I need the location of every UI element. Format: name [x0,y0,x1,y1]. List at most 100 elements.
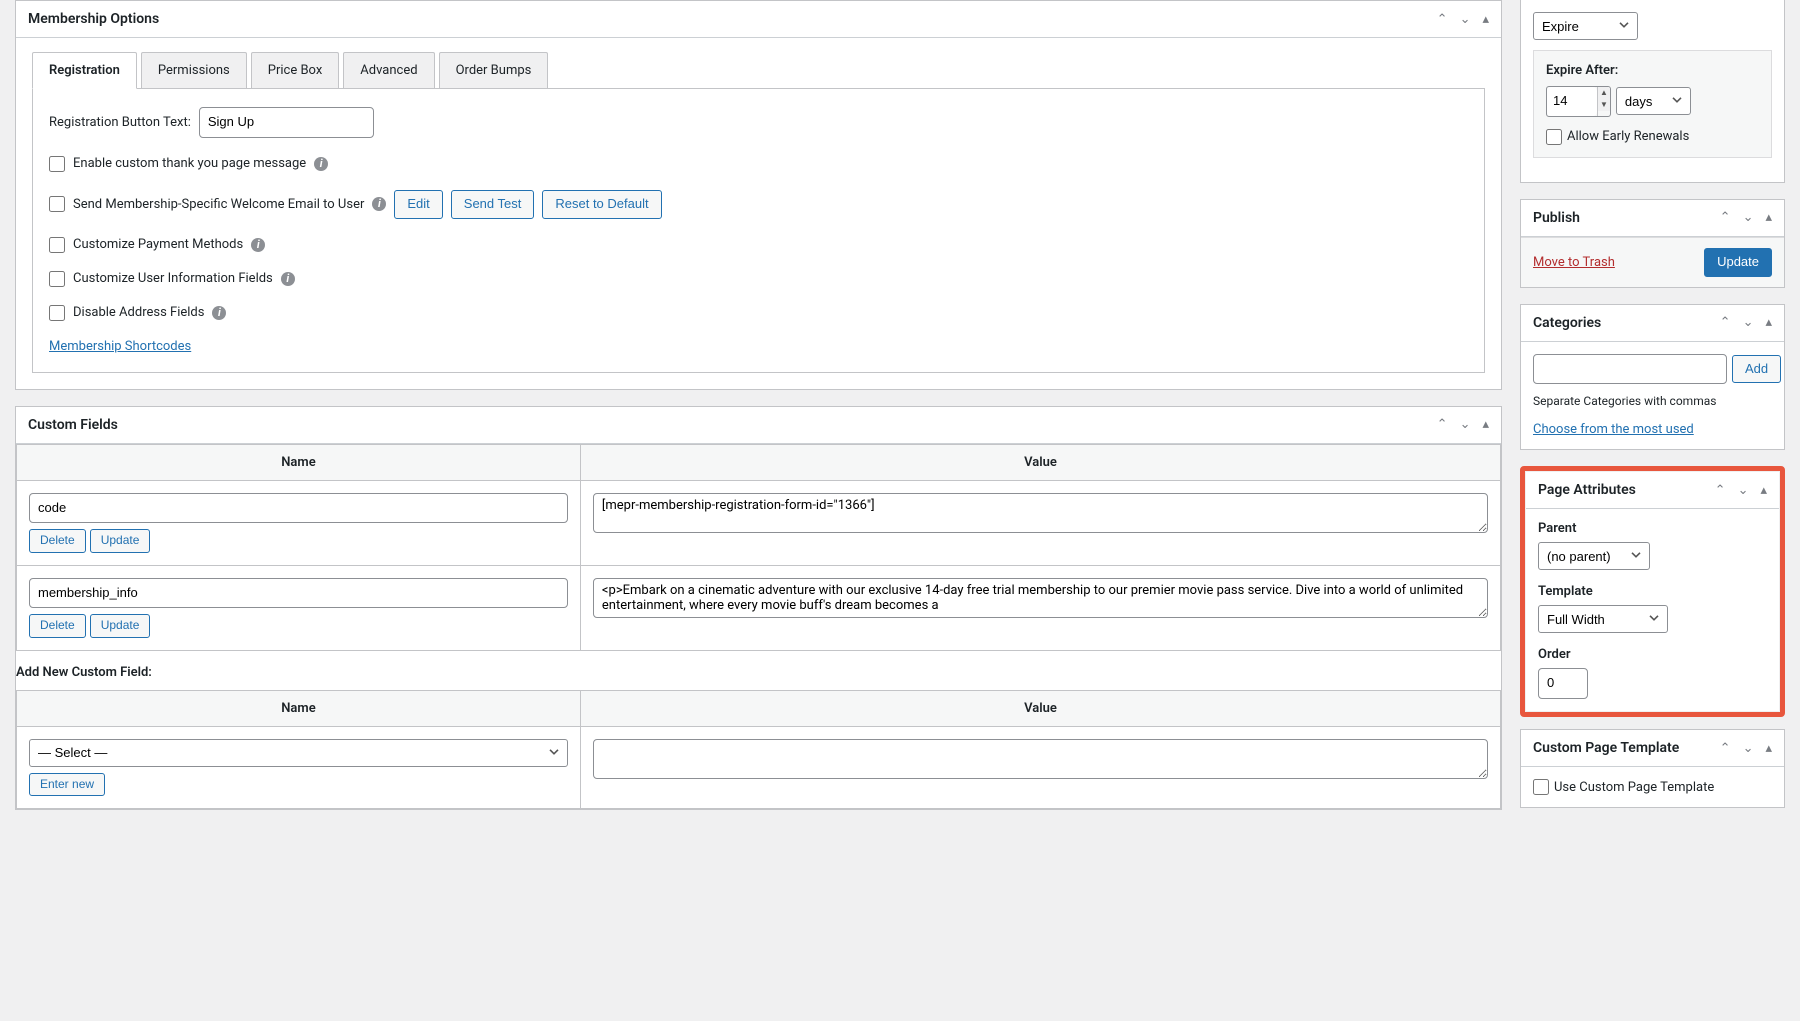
table-row: Delete Update [mepr-membership-registrat… [17,480,1501,565]
column-name: Name [17,444,581,480]
send-test-button[interactable]: Send Test [451,190,535,219]
parent-label: Parent [1538,521,1767,536]
panel-header: Publish ⌃ ⌄ ▴ [1521,200,1784,237]
delete-button[interactable]: Delete [29,614,86,637]
add-category-button[interactable]: Add [1732,355,1781,384]
choose-most-used-link[interactable]: Choose from the most used [1533,422,1694,437]
panel-controls: ⌃ ⌄ ▴ [1437,417,1489,432]
user-info-label: Customize User Information Fields [73,271,273,286]
stepper-down-icon[interactable]: ▼ [1598,99,1610,111]
field-name-input[interactable] [29,578,568,609]
disable-address-checkbox[interactable] [49,305,65,321]
tab-order-bumps[interactable]: Order Bumps [439,52,549,89]
disable-address-label: Disable Address Fields [73,305,204,320]
move-up-icon[interactable]: ⌃ [1437,417,1448,432]
move-down-icon[interactable]: ⌄ [1743,210,1754,225]
move-down-icon[interactable]: ⌄ [1460,417,1471,432]
payment-methods-label: Customize Payment Methods [73,237,243,252]
payment-methods-checkbox[interactable] [49,237,65,253]
reset-default-button[interactable]: Reset to Default [542,190,661,219]
move-up-icon[interactable]: ⌃ [1720,315,1731,330]
field-value-textarea[interactable]: [mepr-membership-registration-form-id="1… [593,493,1488,533]
template-select[interactable]: Full Width [1538,605,1668,633]
collapse-icon[interactable]: ▴ [1765,210,1772,225]
tab-permissions[interactable]: Permissions [141,52,247,89]
update-button[interactable]: Update [90,529,151,552]
membership-shortcodes-link[interactable]: Membership Shortcodes [49,339,191,354]
template-label: Template [1538,584,1767,599]
thankyou-label: Enable custom thank you page message [73,156,306,171]
expire-unit-select[interactable]: days [1616,87,1691,115]
move-up-icon[interactable]: ⌃ [1720,741,1731,756]
order-label: Order [1538,647,1767,662]
panel-title: Custom Fields [28,417,1437,433]
user-info-checkbox[interactable] [49,271,65,287]
expire-type-select[interactable]: Expire [1533,12,1638,40]
field-value-textarea[interactable]: <p>Embark on a cinematic adventure with … [593,578,1488,618]
early-renewals-checkbox[interactable] [1546,129,1562,145]
panel-title: Page Attributes [1538,482,1715,498]
field-name-select[interactable]: — Select — [29,739,568,767]
move-up-icon[interactable]: ⌃ [1720,210,1731,225]
move-up-icon[interactable]: ⌃ [1437,12,1448,27]
tab-price-box[interactable]: Price Box [251,52,340,89]
collapse-icon[interactable]: ▴ [1765,741,1772,756]
info-icon[interactable]: i [281,272,295,286]
column-value: Value [580,444,1500,480]
move-down-icon[interactable]: ⌄ [1743,741,1754,756]
update-button[interactable]: Update [1704,248,1772,277]
panel-header: Categories ⌃ ⌄ ▴ [1521,305,1784,342]
thankyou-checkbox[interactable] [49,156,65,172]
panel-title: Membership Options [28,11,1437,27]
update-button[interactable]: Update [90,614,151,637]
expire-panel: Expire Expire After: ▲ ▼ days [1520,0,1785,183]
categories-input[interactable] [1533,354,1727,385]
column-value: Value [580,690,1500,726]
collapse-icon[interactable]: ▴ [1482,12,1489,27]
move-up-icon[interactable]: ⌃ [1715,483,1726,498]
move-down-icon[interactable]: ⌄ [1460,12,1471,27]
table-row: Delete Update <p>Embark on a cinematic a… [17,565,1501,650]
panel-title: Custom Page Template [1533,740,1720,756]
parent-select[interactable]: (no parent) [1538,542,1650,570]
collapse-icon[interactable]: ▴ [1765,315,1772,330]
categories-hint: Separate Categories with commas [1533,394,1772,408]
table-row: — Select — Enter new [17,726,1501,808]
tab-registration[interactable]: Registration [32,52,137,89]
early-renewals-label: Allow Early Renewals [1567,129,1689,144]
categories-panel: Categories ⌃ ⌄ ▴ Add Separate Categories… [1520,304,1785,451]
enter-new-button[interactable]: Enter new [29,773,105,796]
page-attributes-highlight: Page Attributes ⌃ ⌄ ▴ Parent (no parent) [1520,466,1785,717]
add-custom-field-label: Add New Custom Field: [16,651,1501,690]
info-icon[interactable]: i [372,197,386,211]
move-down-icon[interactable]: ⌄ [1738,483,1749,498]
tab-advanced[interactable]: Advanced [343,52,434,89]
custom-fields-panel: Custom Fields ⌃ ⌄ ▴ Name Value [15,406,1502,810]
delete-button[interactable]: Delete [29,529,86,552]
use-custom-template-checkbox[interactable] [1533,779,1549,795]
panel-title: Publish [1533,210,1720,226]
move-down-icon[interactable]: ⌄ [1743,315,1754,330]
custom-fields-table: Name Value Delete Update [16,444,1501,651]
membership-tabs: Registration Permissions Price Box Advan… [32,52,1501,89]
collapse-icon[interactable]: ▴ [1482,417,1489,432]
collapse-icon[interactable]: ▴ [1760,483,1767,498]
expire-after-input[interactable] [1547,87,1597,116]
edit-button[interactable]: Edit [394,190,442,219]
move-to-trash-link[interactable]: Move to Trash [1533,255,1615,270]
info-icon[interactable]: i [212,306,226,320]
expire-number-wrap: ▲ ▼ [1546,86,1611,117]
info-icon[interactable]: i [251,238,265,252]
field-name-input[interactable] [29,493,568,524]
reg-button-input[interactable] [199,107,374,138]
panel-header: Custom Fields ⌃ ⌄ ▴ [16,407,1501,444]
welcome-email-checkbox[interactable] [49,196,65,212]
info-icon[interactable]: i [314,157,328,171]
page-attributes-panel: Page Attributes ⌃ ⌄ ▴ Parent (no parent) [1526,472,1779,711]
reg-button-label: Registration Button Text: [49,115,191,130]
panel-header: Page Attributes ⌃ ⌄ ▴ [1526,472,1779,509]
field-value-textarea[interactable] [593,739,1488,779]
column-name: Name [17,690,581,726]
stepper-up-icon[interactable]: ▲ [1598,87,1610,99]
order-input[interactable] [1538,668,1588,699]
